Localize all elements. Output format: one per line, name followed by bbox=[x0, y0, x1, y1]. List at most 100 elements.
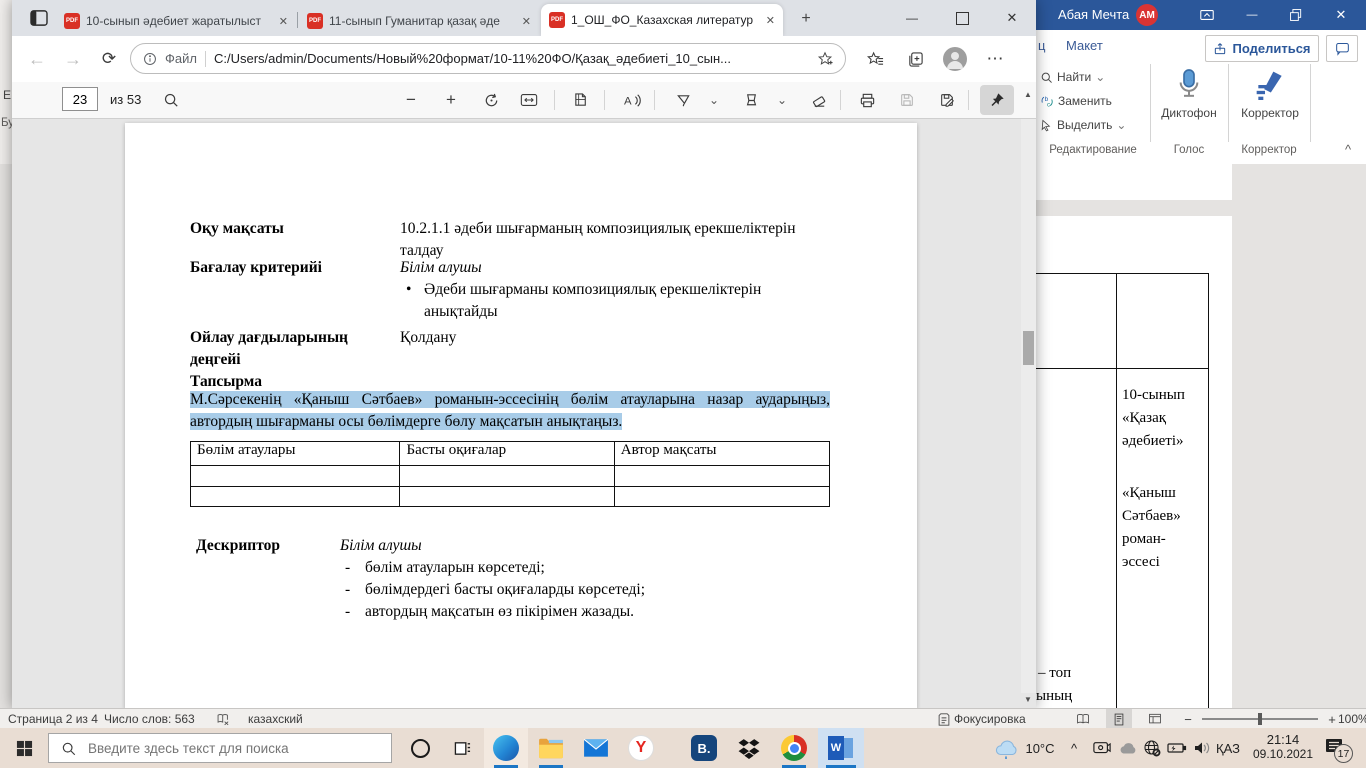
selected-text: М.Сәрсекенің «Қаныш Сәтбаев» романын-эсс… bbox=[190, 391, 830, 408]
group-label-corrector: Корректор bbox=[1241, 144, 1297, 156]
search-input[interactable] bbox=[86, 739, 370, 757]
profile-button[interactable] bbox=[940, 44, 970, 74]
taskbar-word[interactable]: W bbox=[818, 728, 864, 768]
taskbar-mail[interactable] bbox=[574, 728, 618, 768]
pdf-scrollbar-track[interactable] bbox=[1021, 119, 1036, 693]
browser-minimize-button[interactable]: — bbox=[892, 6, 932, 30]
word-window: Абая Мечта AM — ✕ ц Макет Поделиться Най… bbox=[1036, 0, 1366, 708]
word-page bbox=[1036, 216, 1232, 708]
criteria-label: Бағалау критерийі bbox=[190, 259, 322, 276]
chevron-down-icon: ⌄ bbox=[1095, 70, 1106, 84]
volume-icon[interactable] bbox=[1190, 728, 1214, 768]
word-restore-button[interactable] bbox=[1284, 4, 1308, 26]
tab-2[interactable]: PDF 11-сынып Гуманитар қазақ әде ✕ bbox=[299, 6, 539, 36]
time-label: 21:14 bbox=[1266, 732, 1300, 747]
taskbar-yandex[interactable]: Y bbox=[619, 728, 663, 768]
microphone-icon bbox=[1174, 68, 1204, 102]
corrector-button[interactable]: Корректор bbox=[1232, 62, 1308, 126]
status-page-count[interactable]: Страница 2 из 4 bbox=[8, 712, 98, 726]
web-layout-button[interactable] bbox=[1142, 710, 1168, 728]
zoom-slider-thumb[interactable] bbox=[1258, 713, 1262, 725]
status-language[interactable]: казахский bbox=[248, 712, 303, 726]
read-aloud-button[interactable]: A bbox=[618, 88, 646, 112]
language-indicator[interactable]: ҚАЗ bbox=[1216, 741, 1240, 756]
tab-3-active[interactable]: PDF 1_ОШ_ФО_Казахская литератур ✕ bbox=[541, 4, 783, 36]
read-mode-button[interactable] bbox=[1070, 710, 1096, 728]
scrollbar-down-arrow[interactable]: ▼ bbox=[1020, 691, 1036, 707]
draw-button[interactable] bbox=[670, 88, 696, 112]
taskbar-dropbox[interactable] bbox=[727, 728, 771, 768]
focus-mode-button[interactable]: Фокусировка bbox=[938, 711, 1026, 727]
show-hidden-icons-button[interactable]: ^ bbox=[1064, 736, 1084, 760]
share-button[interactable]: Поделиться bbox=[1205, 35, 1319, 62]
dash-glyph: - bbox=[345, 581, 351, 598]
fit-width-button[interactable] bbox=[516, 88, 542, 112]
start-button[interactable] bbox=[0, 728, 48, 768]
taskbar-chrome[interactable] bbox=[772, 728, 816, 768]
new-tab-button[interactable]: + bbox=[794, 8, 818, 30]
dictaphone-button[interactable]: Диктофон bbox=[1154, 62, 1224, 126]
print-layout-button[interactable] bbox=[1106, 709, 1132, 729]
favorites-button[interactable] bbox=[860, 46, 890, 72]
table-header-cell: Автор мақсаты bbox=[620, 442, 717, 458]
erase-button[interactable] bbox=[806, 88, 832, 112]
network-icon[interactable] bbox=[1140, 728, 1164, 768]
replace-button[interactable]: bc Заменить bbox=[1040, 92, 1112, 110]
taskbar-edge[interactable] bbox=[484, 728, 528, 768]
tab-actions-button[interactable] bbox=[28, 8, 50, 28]
add-favorite-icon[interactable] bbox=[817, 51, 833, 67]
meet-now-icon[interactable] bbox=[1090, 728, 1114, 768]
taskbar-explorer[interactable] bbox=[529, 728, 573, 768]
browser-menu-button[interactable]: ⋯ bbox=[980, 46, 1010, 72]
word-minimize-button[interactable]: — bbox=[1240, 4, 1264, 26]
pdf-file-icon: PDF bbox=[64, 13, 80, 29]
pdf-scrollbar-thumb[interactable] bbox=[1023, 331, 1034, 365]
ribbon-display-options-button[interactable] bbox=[1196, 6, 1218, 24]
zoom-out-status-button[interactable]: − bbox=[1180, 711, 1196, 727]
find-button[interactable]: Найти ⌄ bbox=[1040, 68, 1105, 86]
zoom-level-label[interactable]: 100% bbox=[1338, 712, 1366, 726]
forward-button[interactable]: → bbox=[58, 46, 88, 72]
collapse-ribbon-button[interactable]: ^ bbox=[1336, 140, 1360, 158]
collections-button[interactable] bbox=[900, 46, 930, 72]
cortana-button[interactable] bbox=[400, 728, 440, 768]
comments-button[interactable] bbox=[1326, 35, 1358, 62]
weather-widget[interactable]: 10°C bbox=[986, 728, 1062, 768]
pin-toolbar-button[interactable] bbox=[980, 85, 1014, 115]
address-scheme-label: Файл bbox=[165, 51, 197, 66]
tab-close-icon[interactable]: ✕ bbox=[522, 15, 531, 28]
pdf-search-button[interactable] bbox=[158, 88, 184, 112]
browser-maximize-button[interactable] bbox=[942, 6, 982, 30]
print-button[interactable] bbox=[854, 88, 880, 112]
tab-1[interactable]: PDF 10-сынып әдебиет жаратылыст ✕ bbox=[56, 6, 296, 36]
clock[interactable]: 21:14 09.10.2021 bbox=[1248, 732, 1318, 761]
onedrive-icon[interactable] bbox=[1116, 728, 1140, 768]
highlight-button[interactable] bbox=[738, 88, 764, 112]
back-button[interactable]: ← bbox=[22, 46, 52, 72]
highlight-options-chevron[interactable]: ⌄ bbox=[772, 88, 792, 112]
refresh-button[interactable]: ⟳ bbox=[94, 46, 124, 72]
taskbar-booking[interactable]: B. bbox=[682, 728, 726, 768]
scrollbar-up-arrow[interactable]: ▲ bbox=[1020, 86, 1036, 102]
browser-close-button[interactable]: ✕ bbox=[992, 6, 1032, 30]
tab-close-icon[interactable]: ✕ bbox=[279, 15, 288, 28]
select-button[interactable]: Выделить ⌄ bbox=[1040, 116, 1126, 134]
page-number-input[interactable] bbox=[62, 87, 98, 111]
address-bar[interactable]: Файл C:/Users/admin/Documents/Новый%20фо… bbox=[130, 43, 846, 74]
account-avatar[interactable]: AM bbox=[1136, 4, 1158, 26]
draw-options-chevron[interactable]: ⌄ bbox=[704, 88, 724, 112]
save-as-button[interactable] bbox=[934, 88, 960, 112]
tab-close-icon[interactable]: ✕ bbox=[766, 14, 775, 27]
taskbar-search-box[interactable] bbox=[48, 733, 392, 763]
battery-icon[interactable] bbox=[1164, 728, 1190, 768]
rotate-button[interactable] bbox=[478, 88, 504, 112]
page-view-button[interactable] bbox=[568, 88, 594, 112]
proofing-errors-icon[interactable] bbox=[214, 711, 232, 727]
zoom-out-button[interactable]: − bbox=[398, 88, 424, 112]
ribbon-tab-layout[interactable]: Макет bbox=[1066, 38, 1103, 53]
info-icon[interactable] bbox=[143, 52, 157, 66]
status-word-count[interactable]: Число слов: 563 bbox=[104, 712, 195, 726]
task-view-button[interactable] bbox=[442, 728, 482, 768]
word-close-button[interactable]: ✕ bbox=[1328, 4, 1354, 26]
zoom-in-button[interactable]: + bbox=[438, 88, 464, 112]
